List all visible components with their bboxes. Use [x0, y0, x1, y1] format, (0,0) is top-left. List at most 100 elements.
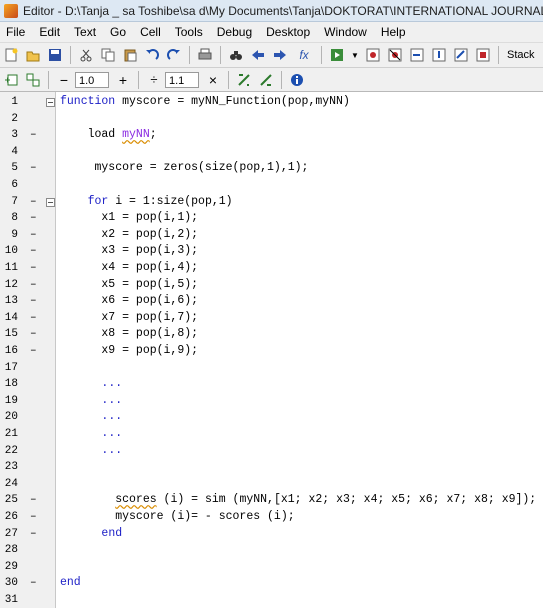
cell-value-input-2[interactable]: 1.1 — [165, 71, 199, 88]
redo-icon[interactable] — [166, 47, 182, 63]
find-binoculars-icon[interactable] — [228, 47, 244, 63]
help-info-icon[interactable] — [289, 72, 305, 88]
breakpoint-marker[interactable]: – — [30, 575, 37, 592]
code-line[interactable]: 13– x6 = pop(i,6); — [0, 293, 543, 310]
fold-toggle-icon[interactable] — [46, 98, 55, 107]
print-icon[interactable] — [197, 47, 213, 63]
code-line[interactable]: 30– end — [0, 575, 543, 592]
menu-window[interactable]: Window — [317, 25, 374, 39]
code-line[interactable]: 20 ... — [0, 409, 543, 426]
undo-icon[interactable] — [144, 47, 160, 63]
code-line[interactable]: 28 — [0, 542, 543, 559]
code-text: end — [60, 526, 122, 543]
line-number: 28 — [4, 544, 18, 557]
code-line[interactable]: 26– myscore (i)= - scores (i); — [0, 509, 543, 526]
fold-toggle-icon[interactable] — [46, 197, 55, 207]
breakpoint-marker[interactable]: – — [30, 492, 37, 509]
code-line[interactable]: 2 — [0, 111, 543, 128]
toolbar-separator — [498, 46, 499, 64]
code-line[interactable]: 23 — [0, 459, 543, 476]
breakpoint-marker[interactable]: – — [30, 293, 37, 310]
menu-cell[interactable]: Cell — [133, 25, 168, 39]
code-line[interactable]: 9– x2 = pop(i,2); — [0, 227, 543, 244]
breakpoint-marker[interactable]: – — [30, 227, 37, 244]
decrement-button[interactable]: − — [56, 72, 72, 88]
fx-function-icon[interactable]: fx — [294, 47, 314, 63]
breakpoint-set-icon[interactable] — [365, 47, 381, 63]
new-file-icon[interactable] — [3, 47, 19, 63]
step-icon[interactable] — [409, 47, 425, 63]
step-out-icon[interactable] — [453, 47, 469, 63]
code-line[interactable]: 24 — [0, 476, 543, 493]
menu-debug[interactable]: Debug — [210, 25, 259, 39]
code-line[interactable]: 1 function myscore = myNN_Function(pop,my… — [0, 94, 543, 111]
breakpoint-clear-icon[interactable] — [387, 47, 403, 63]
code-text: myscore (i)= - scores (i); — [60, 509, 294, 526]
paste-icon[interactable] — [122, 47, 138, 63]
increment-button[interactable]: + — [115, 72, 131, 88]
evaluate-cell-icon[interactable] — [236, 72, 252, 88]
breakpoint-marker[interactable]: – — [30, 260, 37, 277]
code-line[interactable]: 19 ... — [0, 393, 543, 410]
cut-icon[interactable] — [78, 47, 94, 63]
code-line[interactable]: 3– load myNN; — [0, 127, 543, 144]
code-line[interactable]: 10– x3 = pop(i,3); — [0, 243, 543, 260]
code-line[interactable]: 29 — [0, 559, 543, 576]
code-line[interactable]: 21 ... — [0, 426, 543, 443]
code-line[interactable]: 5– myscore = zeros(size(pop,1),1); — [0, 160, 543, 177]
run-icon[interactable] — [329, 47, 345, 63]
code-line[interactable]: 8– x1 = pop(i,1); — [0, 210, 543, 227]
menu-help[interactable]: Help — [374, 25, 413, 39]
menu-edit[interactable]: Edit — [32, 25, 67, 39]
evaluate-advance-icon[interactable] — [258, 72, 274, 88]
breakpoint-marker[interactable]: – — [30, 509, 37, 526]
breakpoint-marker[interactable]: – — [30, 326, 37, 343]
breakpoint-marker[interactable]: – — [30, 127, 37, 144]
code-line[interactable]: 12– x5 = pop(i,5); — [0, 277, 543, 294]
code-line[interactable]: 15– x8 = pop(i,8); — [0, 326, 543, 343]
back-arrow-icon[interactable] — [250, 47, 266, 63]
divide-button[interactable]: ÷ — [146, 72, 162, 88]
breakpoint-marker[interactable]: – — [30, 277, 37, 294]
cell-value-input-1[interactable]: 1.0 — [75, 71, 109, 88]
save-icon[interactable] — [47, 47, 63, 63]
open-folder-icon[interactable] — [25, 47, 41, 63]
menu-go[interactable]: Go — [103, 25, 133, 39]
code-editor[interactable]: 1 function myscore = myNN_Function(pop,my… — [0, 92, 543, 608]
code-line[interactable]: 17 — [0, 360, 543, 377]
code-line[interactable]: 14– x7 = pop(i,7); — [0, 310, 543, 327]
step-in-icon[interactable] — [431, 47, 447, 63]
code-line[interactable]: 16– x9 = pop(i,9); — [0, 343, 543, 360]
code-line[interactable]: 7– for i = 1:size(pop,1) — [0, 194, 543, 211]
code-text: x9 = pop(i,9); — [60, 343, 198, 360]
line-number: 9 — [11, 228, 18, 241]
breakpoint-marker[interactable]: – — [30, 310, 37, 327]
copy-icon[interactable] — [100, 47, 116, 63]
dropdown-arrow-icon[interactable]: ▼ — [351, 47, 359, 63]
insert-cell-icon[interactable] — [3, 72, 19, 88]
menu-text[interactable]: Text — [67, 25, 103, 39]
code-line[interactable]: 27– end — [0, 526, 543, 543]
code-line[interactable]: 6 — [0, 177, 543, 194]
menu-file[interactable]: File — [0, 25, 32, 39]
breakpoint-marker[interactable]: – — [30, 243, 37, 260]
breakpoint-marker[interactable]: – — [30, 343, 37, 360]
menu-tools[interactable]: Tools — [168, 25, 210, 39]
multiply-button[interactable]: × — [205, 72, 221, 88]
code-line[interactable]: 11– x4 = pop(i,4); — [0, 260, 543, 277]
cell-mode-icon[interactable] — [25, 72, 41, 88]
exit-debug-icon[interactable] — [475, 47, 491, 63]
menu-desktop[interactable]: Desktop — [259, 25, 317, 39]
breakpoint-marker[interactable]: – — [30, 526, 37, 543]
breakpoint-marker[interactable]: – — [30, 210, 37, 227]
code-line[interactable]: 25– scores (i) = sim (myNN,[x1; x2; x3; … — [0, 492, 543, 509]
code-line[interactable]: 18 ... — [0, 376, 543, 393]
forward-arrow-icon[interactable] — [272, 47, 288, 63]
code-line[interactable]: 22 ... — [0, 443, 543, 460]
breakpoint-marker[interactable]: – — [30, 160, 37, 177]
breakpoint-marker[interactable]: – — [30, 194, 37, 211]
code-line[interactable]: 31 — [0, 592, 543, 609]
code-line[interactable]: 4 — [0, 144, 543, 161]
